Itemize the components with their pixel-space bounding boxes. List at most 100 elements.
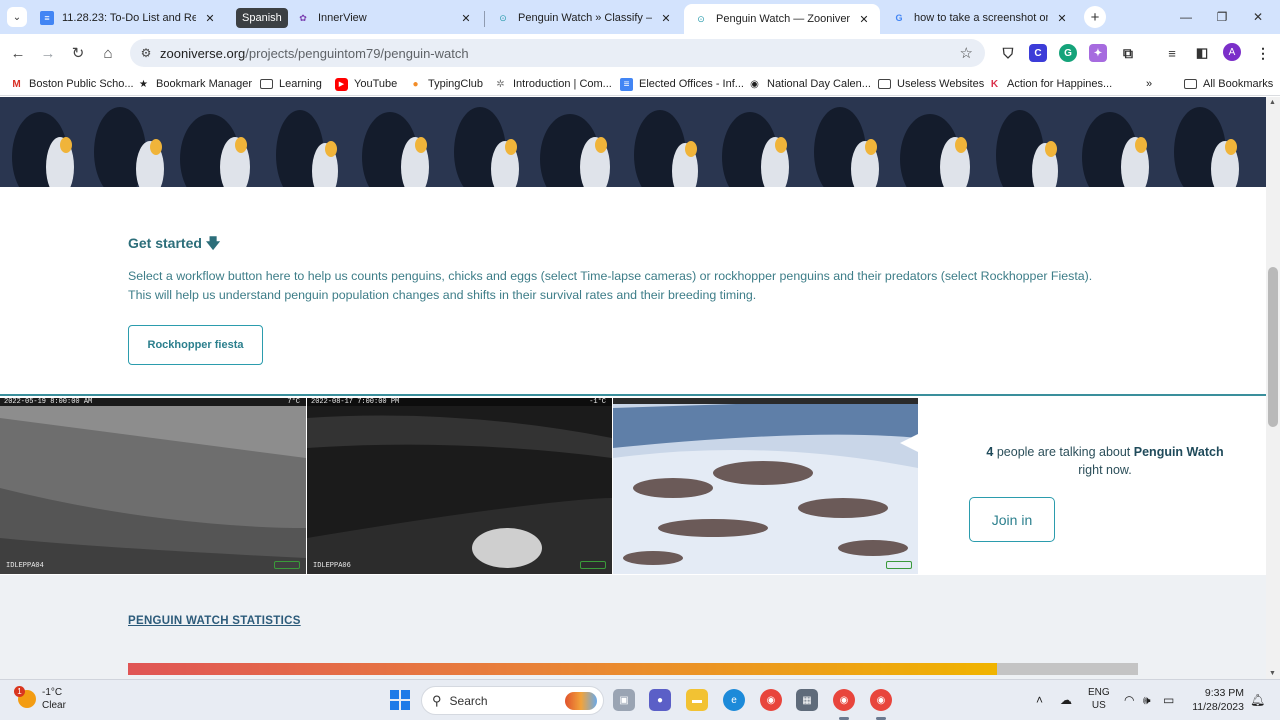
bookmark-item[interactable]: ✲ Introduction | Com... bbox=[494, 76, 612, 92]
page-scrollbar[interactable]: ▲ ▼ bbox=[1266, 97, 1280, 679]
bookmark-item[interactable]: ▶ YouTube bbox=[335, 76, 397, 92]
close-window-button[interactable]: ✕ bbox=[1246, 6, 1270, 28]
kebab-menu-icon[interactable]: ⋮ bbox=[1254, 44, 1272, 62]
bookmark-item[interactable]: ≡ Elected Offices - Inf... bbox=[620, 76, 744, 92]
bookmark-item[interactable]: M Boston Public Scho... bbox=[10, 76, 133, 92]
minimize-button[interactable]: — bbox=[1174, 6, 1198, 28]
bookmark-item[interactable]: ◉ National Day Calen... bbox=[748, 76, 871, 92]
close-icon[interactable]: ✕ bbox=[202, 10, 218, 26]
site-info-icon[interactable]: ⚙ bbox=[138, 45, 154, 61]
maximize-button[interactable]: ❐ bbox=[1210, 6, 1234, 28]
google-icon: G bbox=[895, 13, 903, 23]
bookmarks-bar: M Boston Public Scho... ★ Bookmark Manager… bbox=[0, 72, 1280, 96]
docs-icon: ≡ bbox=[40, 11, 54, 25]
grammarly-icon[interactable]: G bbox=[1059, 44, 1077, 62]
bookmark-item[interactable]: ★ Bookmark Manager bbox=[137, 76, 252, 92]
scroll-thumb[interactable] bbox=[1268, 267, 1278, 427]
browser-toolbar: ← → ↻ ⌂ ⚙ zooniverse.org/projects/pengui… bbox=[0, 34, 1280, 72]
home-button[interactable]: ⌂ bbox=[97, 42, 119, 64]
close-icon[interactable]: ✕ bbox=[458, 10, 474, 26]
typingclub-icon: ● bbox=[412, 78, 419, 90]
start-button[interactable] bbox=[390, 690, 410, 710]
cloud-icon[interactable]: ☁ bbox=[1060, 693, 1072, 707]
reload-button[interactable]: ↻ bbox=[67, 42, 89, 64]
side-panel-icon[interactable]: ◧ bbox=[1193, 44, 1211, 62]
address-bar[interactable]: ⚙ zooniverse.org/projects/penguintom79/p… bbox=[130, 39, 985, 67]
zooniverse-icon: ⊙ bbox=[499, 12, 507, 23]
camera-photo-grassland bbox=[0, 398, 306, 574]
url-text: zooniverse.org/projects/penguintom79/pen… bbox=[160, 45, 469, 61]
tab-todo-list[interactable]: ≡ 11.28.23: To-Do List and Reminders ✕ bbox=[30, 4, 226, 32]
scroll-up-icon[interactable]: ▲ bbox=[1269, 99, 1276, 106]
chrome-profile-icon[interactable]: ◉ bbox=[833, 689, 855, 711]
edge-icon[interactable]: e bbox=[723, 689, 745, 711]
camera-image[interactable]: 2022-08-17 7:00:00 PM -1°C IDLEPPA06 bbox=[307, 398, 612, 574]
close-icon: ✕ bbox=[1252, 10, 1264, 24]
windows-taskbar: 1 -1°C Clear ⚲ Search ▣ ● ▬ e ◉ ▦ ◉ ◉ ˄ … bbox=[0, 679, 1280, 720]
tab-google-search[interactable]: G how to take a screenshot on windows ✕ bbox=[882, 4, 1078, 32]
store-icon[interactable]: ▦ bbox=[796, 689, 818, 711]
completion-progress-bar bbox=[128, 663, 1138, 675]
tab-search-button[interactable]: ⌄ bbox=[7, 7, 27, 27]
close-icon[interactable]: ✕ bbox=[658, 10, 674, 26]
close-icon[interactable]: ✕ bbox=[856, 11, 872, 27]
chrome-icon[interactable]: ◉ bbox=[760, 689, 782, 711]
bookmark-item[interactable]: Learning bbox=[260, 76, 322, 92]
tooltip: Spanish bbox=[236, 8, 288, 28]
shield-icon[interactable]: ⛉ bbox=[999, 44, 1017, 62]
innerview-icon: ✿ bbox=[299, 12, 307, 23]
intro-text: Select a workflow button here to help us… bbox=[128, 269, 1093, 302]
taskbar-search[interactable]: ⚲ Search bbox=[421, 686, 604, 715]
extension-puzzle-color-icon[interactable]: ✦ bbox=[1089, 44, 1107, 62]
camera-image[interactable] bbox=[613, 398, 918, 574]
join-in-button[interactable]: Join in bbox=[969, 497, 1055, 542]
search-icon: ⚲ bbox=[432, 692, 442, 708]
restore-icon: ❐ bbox=[1216, 10, 1228, 24]
forward-button[interactable]: → bbox=[37, 42, 59, 64]
all-bookmarks-button[interactable]: All Bookmarks bbox=[1184, 76, 1273, 92]
bookmark-star-icon[interactable]: ☆ bbox=[960, 44, 973, 62]
bookmarks-overflow-button[interactable]: » bbox=[1146, 76, 1152, 92]
camera-image[interactable]: 2022-05-19 8:00:00 AM 7°C IDLEPPA04 bbox=[0, 398, 306, 574]
clock[interactable]: 9:33 PM 11/28/2023 bbox=[1190, 686, 1244, 714]
folder-icon bbox=[260, 78, 273, 91]
camera-photo-snow bbox=[613, 398, 918, 574]
double-chevron-right-icon: » bbox=[1146, 78, 1153, 90]
task-view-icon[interactable]: ▣ bbox=[613, 689, 635, 711]
tab-penguin-classify[interactable]: ⊙ Penguin Watch » Classify — Zooniverse … bbox=[486, 4, 682, 32]
profile-avatar[interactable]: A bbox=[1223, 43, 1241, 61]
site-icon: ✲ bbox=[496, 78, 505, 90]
tab-separator bbox=[484, 11, 485, 27]
new-tab-button[interactable]: + bbox=[1084, 6, 1106, 28]
notification-bell-icon[interactable]: 🔔︎ bbox=[1250, 693, 1265, 707]
camera-photo-night bbox=[307, 398, 612, 574]
scroll-down-icon[interactable]: ▼ bbox=[1269, 670, 1276, 677]
back-button[interactable]: ← bbox=[7, 42, 29, 64]
bookmark-item[interactable]: K Action for Happines... bbox=[988, 76, 1112, 92]
close-icon[interactable]: ✕ bbox=[1054, 10, 1070, 26]
arrow-left-icon: ← bbox=[10, 44, 26, 62]
chevron-up-icon[interactable]: ˄ bbox=[1036, 693, 1043, 707]
rockhopper-fiesta-button[interactable]: Rockhopper fiesta bbox=[128, 325, 263, 365]
speaker-icon[interactable]: 🕪 bbox=[1143, 693, 1151, 708]
statistics-link[interactable]: PENGUIN WATCH STATISTICS bbox=[128, 615, 301, 627]
tab-strip: ⌄ ≡ 11.28.23: To-Do List and Reminders ✕… bbox=[0, 0, 1280, 34]
wifi-icon[interactable]: ◠ bbox=[1124, 693, 1134, 707]
extensions-icon[interactable]: ⧉ bbox=[1119, 44, 1137, 62]
weather-widget[interactable]: 1 -1°C Clear bbox=[14, 686, 66, 712]
tab-penguin-watch[interactable]: ⊙ Penguin Watch — Zooniverse ✕ bbox=[684, 4, 880, 34]
battery-icon[interactable]: ▭ bbox=[1163, 693, 1174, 707]
chrome-profile-2-icon[interactable]: ◉ bbox=[870, 689, 892, 711]
arrow-right-icon: → bbox=[40, 44, 56, 62]
chat-icon[interactable]: ● bbox=[649, 689, 671, 711]
get-started-heading: Get started 🡇 bbox=[128, 235, 221, 251]
tab-innerview[interactable]: ✿ InnerView ✕ bbox=[286, 4, 482, 32]
camera-brand-logo bbox=[274, 561, 300, 569]
media-controls-icon[interactable]: ≡ bbox=[1163, 44, 1181, 62]
page-content: Get started 🡇 Select a workflow button h… bbox=[0, 97, 1266, 679]
bookmark-item[interactable]: Useless Websites bbox=[878, 76, 984, 92]
extension-c-icon[interactable]: C bbox=[1029, 44, 1047, 62]
language-indicator[interactable]: ENG US bbox=[1088, 686, 1110, 712]
file-explorer-icon[interactable]: ▬ bbox=[686, 689, 708, 711]
bookmark-item[interactable]: ● TypingClub bbox=[409, 76, 483, 92]
